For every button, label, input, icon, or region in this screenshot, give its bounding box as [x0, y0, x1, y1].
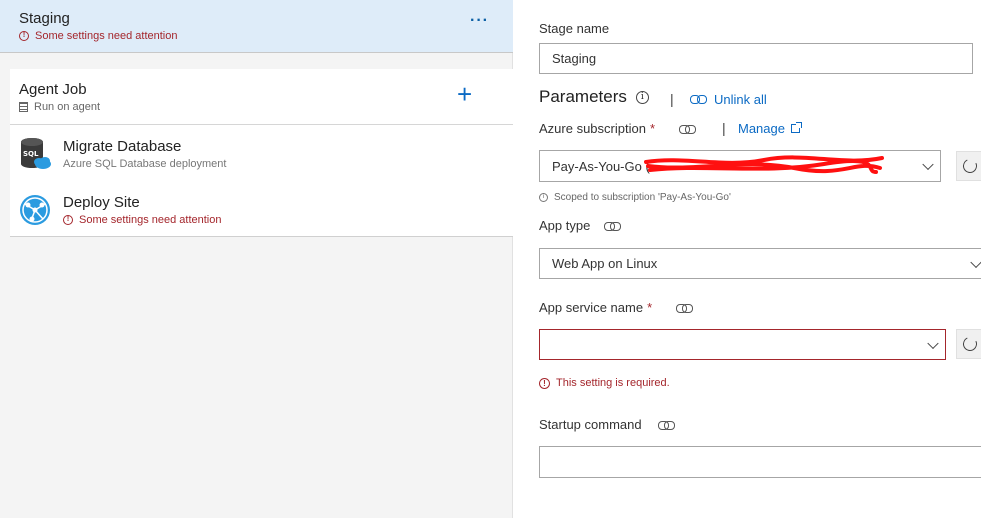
- azure-subscription-label: Azure subscription *: [539, 121, 697, 136]
- link-icon[interactable]: [679, 124, 697, 134]
- agent-job-title: Agent Job: [19, 81, 87, 98]
- azure-subscription-label-text: Azure subscription: [539, 121, 646, 136]
- error-icon: !: [19, 31, 29, 41]
- stage-name-value: Staging: [552, 51, 597, 66]
- link-icon[interactable]: [604, 221, 622, 231]
- app-type-value: Web App on Linux: [552, 256, 658, 271]
- app-service-name-select[interactable]: [539, 329, 946, 360]
- stage-warning-text: Some settings need attention: [35, 30, 178, 42]
- redaction-scribble: [644, 155, 884, 174]
- separator: |: [722, 120, 726, 136]
- task-item-deploy-site[interactable]: Deploy Site ! Some settings need attenti…: [10, 182, 513, 238]
- required-mark: *: [649, 121, 656, 136]
- unlink-all-link[interactable]: Unlink all: [690, 92, 767, 107]
- stage-name-label: Stage name: [539, 21, 610, 36]
- startup-command-input[interactable]: [539, 446, 981, 478]
- stage-header[interactable]: Staging ! Some settings need attention ·…: [0, 0, 513, 53]
- info-icon: i: [539, 193, 548, 202]
- unlink-all-label: Unlink all: [714, 92, 767, 107]
- app-service-name-label-text: App service name: [539, 300, 644, 315]
- refresh-icon: [961, 157, 979, 175]
- agent-job-subtitle: Run on agent: [19, 101, 100, 113]
- stage-warning: ! Some settings need attention: [19, 30, 177, 42]
- external-link-icon: [790, 122, 802, 133]
- sql-database-icon: SQL: [21, 138, 51, 169]
- unlink-icon: [690, 94, 707, 105]
- manage-label: Manage: [738, 121, 785, 136]
- web-app-icon: [20, 195, 50, 225]
- app-type-label-text: App type: [539, 218, 591, 233]
- agent-job-row[interactable]: Agent Job Run on agent +: [10, 69, 513, 125]
- more-options-button[interactable]: ···: [470, 12, 489, 30]
- stage-title: Staging: [19, 10, 70, 27]
- azure-subscription-value: Pay-As-You-Go (: [552, 158, 650, 174]
- task-title: Migrate Database: [63, 138, 182, 155]
- startup-command-label: Startup command: [539, 417, 675, 432]
- task-item-migrate-database[interactable]: SQL Migrate Database Azure SQL Database …: [10, 126, 513, 182]
- app-service-error-text: This setting is required.: [556, 377, 670, 389]
- error-icon: !: [63, 215, 73, 225]
- parameters-heading: Parameters i: [539, 87, 649, 107]
- add-task-button[interactable]: +: [457, 81, 472, 107]
- separator: |: [670, 91, 674, 107]
- startup-command-label-text: Startup command: [539, 417, 642, 432]
- manage-link[interactable]: Manage: [738, 121, 802, 136]
- agent-job-subtitle-text: Run on agent: [34, 101, 101, 113]
- chevron-down-icon: [970, 256, 981, 268]
- link-icon[interactable]: [676, 303, 694, 313]
- chevron-down-icon: [927, 337, 939, 349]
- parameters-label: Parameters: [539, 87, 627, 106]
- job-card: Agent Job Run on agent + SQL Migrate Dat…: [10, 69, 513, 237]
- info-icon[interactable]: i: [635, 90, 649, 104]
- pipeline-panel: Staging ! Some settings need attention ·…: [0, 0, 513, 518]
- app-service-name-label: App service name *: [539, 300, 694, 315]
- link-icon[interactable]: [657, 420, 675, 430]
- subscription-scope-note: i Scoped to subscription 'Pay-As-You-Go': [539, 192, 731, 203]
- stage-name-input[interactable]: Staging: [539, 43, 973, 74]
- task-title: Deploy Site: [63, 194, 140, 211]
- server-icon: [19, 102, 28, 112]
- refresh-icon: [961, 335, 979, 353]
- svg-text:SQL: SQL: [23, 150, 39, 158]
- app-type-label: App type: [539, 218, 622, 233]
- task-warning: ! Some settings need attention: [63, 214, 221, 226]
- chevron-down-icon: [922, 158, 934, 171]
- subscription-scope-text: Scoped to subscription 'Pay-As-You-Go': [554, 192, 731, 203]
- error-icon: !: [539, 377, 550, 389]
- app-service-error: ! This setting is required.: [539, 377, 670, 389]
- app-type-select[interactable]: Web App on Linux: [539, 248, 981, 279]
- refresh-app-service-button[interactable]: [956, 329, 981, 359]
- task-subtitle: Azure SQL Database deployment: [63, 158, 227, 170]
- task-warning-text: Some settings need attention: [79, 214, 222, 226]
- required-mark: *: [647, 300, 653, 315]
- stage-settings-panel: Stage name Staging Parameters i | Unlink…: [514, 0, 981, 518]
- refresh-subscription-button[interactable]: [956, 151, 981, 181]
